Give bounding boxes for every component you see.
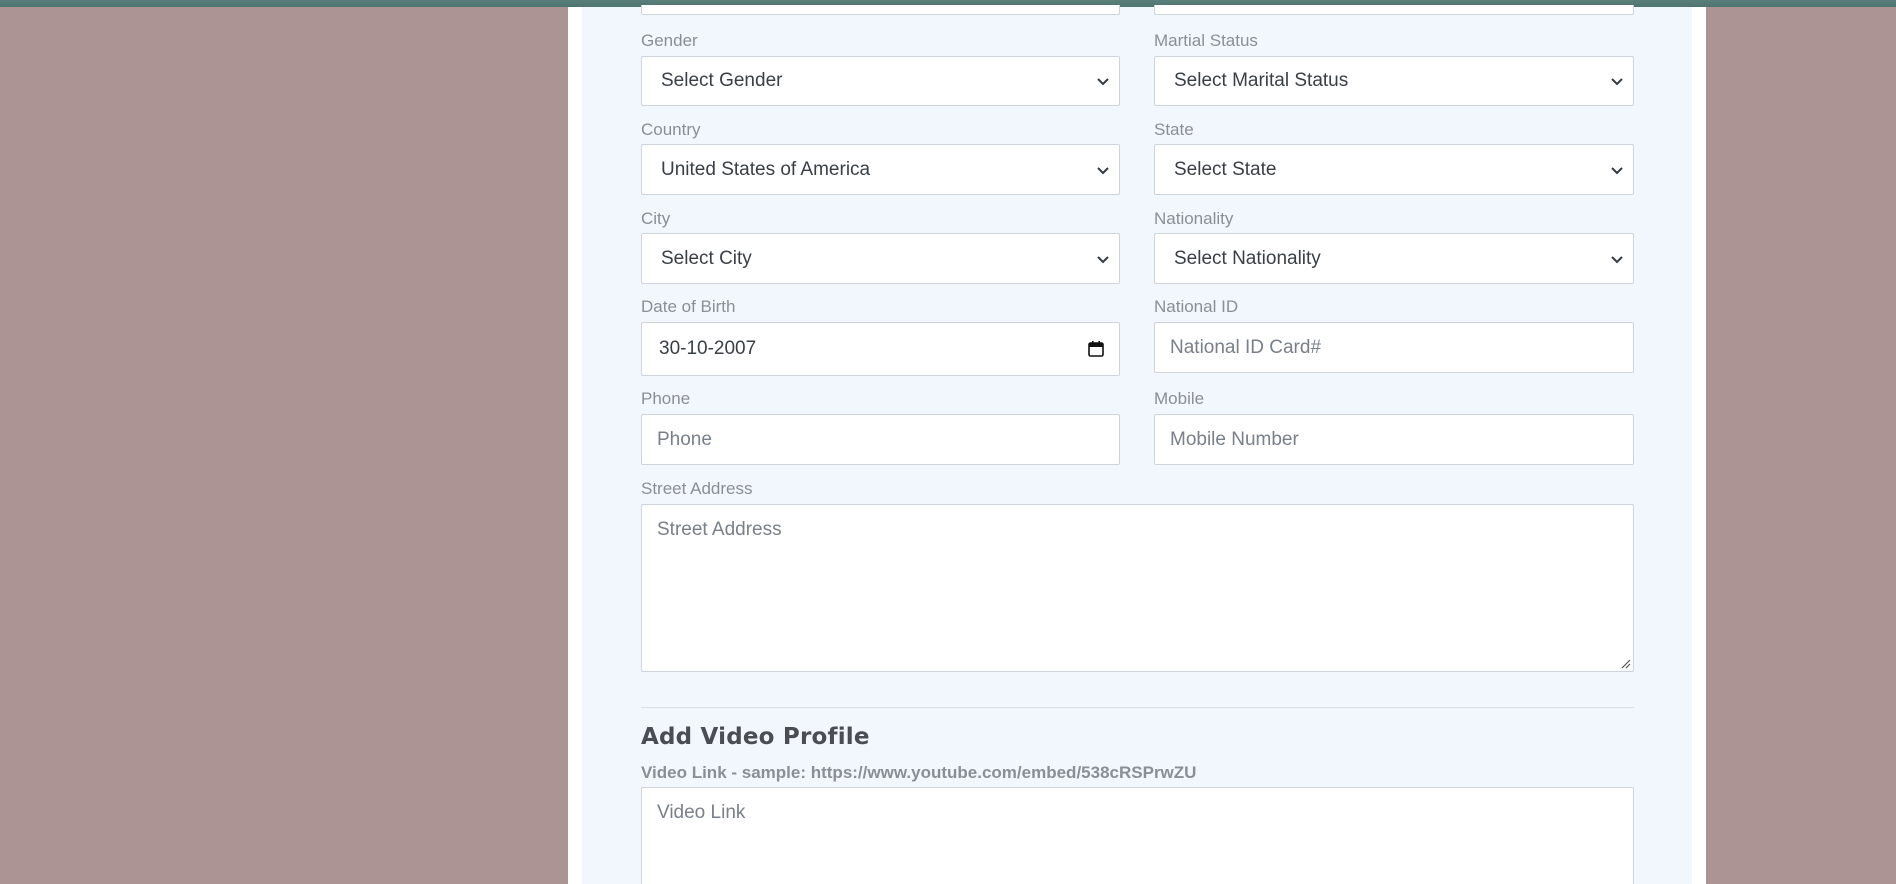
gender-label: Gender bbox=[641, 31, 698, 50]
national-id-placeholder: National ID Card# bbox=[1170, 336, 1322, 358]
gender-select[interactable]: Select Gender bbox=[641, 56, 1120, 106]
phone-placeholder: Phone bbox=[657, 428, 712, 450]
country-label: Country bbox=[641, 120, 701, 139]
national-id-input[interactable]: National ID Card# bbox=[1154, 322, 1634, 373]
mobile-label: Mobile bbox=[1154, 389, 1205, 408]
chevron-down-icon bbox=[1097, 166, 1109, 174]
chevron-down-icon bbox=[1097, 78, 1109, 86]
mobile-input[interactable]: Mobile Number bbox=[1154, 414, 1634, 465]
national-id-label: National ID bbox=[1154, 297, 1239, 316]
city-select-value: Select City bbox=[661, 247, 752, 269]
state-select[interactable]: Select State bbox=[1154, 144, 1634, 195]
chevron-down-icon bbox=[1097, 255, 1109, 263]
mobile-placeholder: Mobile Number bbox=[1170, 428, 1299, 450]
resize-grip-icon[interactable] bbox=[1619, 657, 1631, 669]
state-select-value: Select State bbox=[1174, 158, 1277, 180]
country-select[interactable]: United States of America bbox=[641, 144, 1120, 195]
chevron-down-icon bbox=[1611, 255, 1623, 263]
video-link-textarea[interactable]: Video Link bbox=[641, 787, 1634, 884]
city-label: City bbox=[641, 209, 671, 228]
street-address-textarea[interactable]: Street Address bbox=[641, 504, 1634, 672]
street-address-placeholder: Street Address bbox=[657, 519, 782, 540]
state-label: State bbox=[1154, 120, 1194, 139]
section-divider bbox=[641, 707, 1634, 708]
chevron-down-icon bbox=[1611, 166, 1623, 174]
country-select-value: United States of America bbox=[661, 158, 871, 180]
phone-input[interactable]: Phone bbox=[641, 414, 1120, 465]
marital-status-select[interactable]: Select Marital Status bbox=[1154, 56, 1634, 106]
nationality-select-value: Select Nationality bbox=[1174, 247, 1321, 269]
city-select[interactable]: Select City bbox=[641, 233, 1120, 284]
street-address-label: Street Address bbox=[641, 479, 753, 498]
calendar-icon[interactable] bbox=[1087, 340, 1105, 358]
previous-input-right[interactable] bbox=[1154, 5, 1634, 15]
nationality-label: Nationality bbox=[1154, 209, 1234, 228]
dob-input-value: 30-10-2007 bbox=[659, 338, 757, 359]
video-link-hint: Video Link - sample: https://www.youtube… bbox=[641, 763, 1197, 782]
chevron-down-icon bbox=[1611, 78, 1623, 86]
gender-select-value: Select Gender bbox=[661, 70, 783, 91]
dob-input[interactable]: 30-10-2007 bbox=[641, 322, 1120, 376]
nationality-select[interactable]: Select Nationality bbox=[1154, 233, 1634, 284]
marital-status-label: Martial Status bbox=[1154, 31, 1258, 50]
phone-label: Phone bbox=[641, 389, 691, 408]
video-link-placeholder: Video Link bbox=[657, 802, 746, 823]
video-section-title: Add Video Profile bbox=[641, 724, 870, 750]
dob-label: Date of Birth bbox=[641, 297, 736, 316]
marital-status-select-value: Select Marital Status bbox=[1174, 70, 1349, 91]
previous-input-left[interactable] bbox=[641, 5, 1120, 15]
